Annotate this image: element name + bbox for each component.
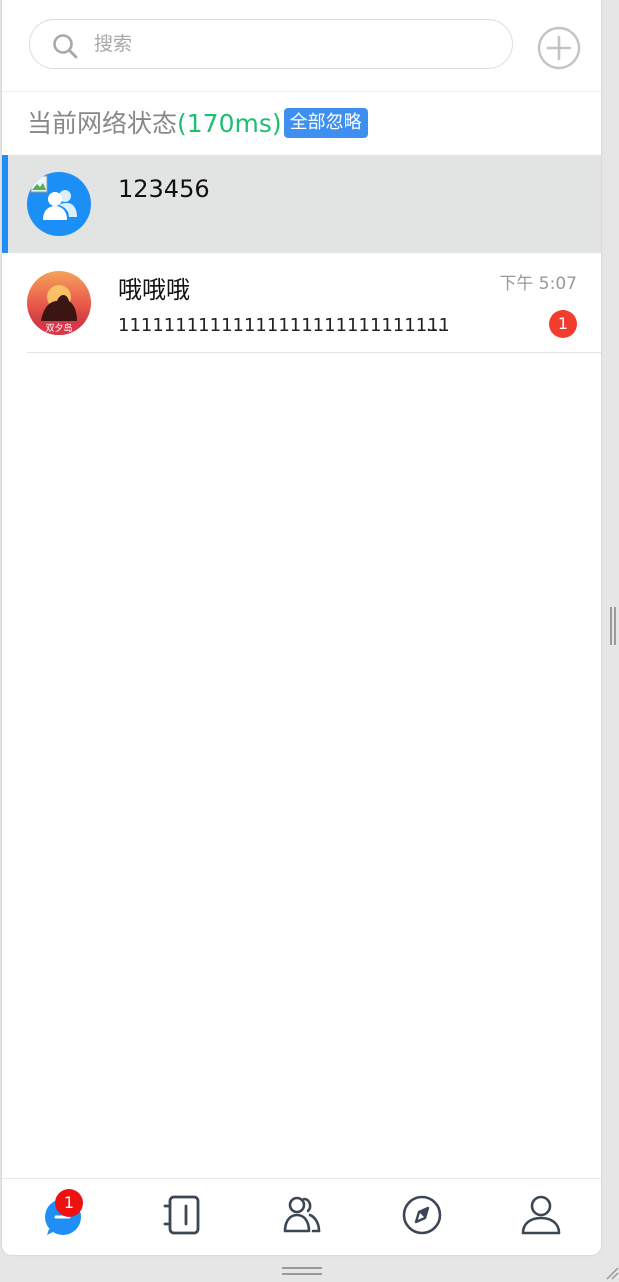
list-divider (27, 352, 601, 353)
network-latency: (170ms) (177, 109, 282, 138)
search-icon (53, 34, 78, 59)
search-bar-row: 搜索 (2, 0, 601, 92)
conversation-preview: 1111111111111111111111111111111111111111 (118, 315, 448, 336)
sunset-photo-avatar: 双夕岛 (27, 271, 91, 335)
conversation-item[interactable]: 123456 (2, 155, 601, 253)
splitter-handle[interactable] (610, 607, 616, 645)
messenger-app: 搜索 当前网络状态(170ms) 全部忽略 123456 双夕岛 哦哦哦 下午 … (2, 0, 601, 1255)
preview-ellipsis: ... (426, 315, 444, 336)
plus-circle-icon[interactable] (537, 26, 581, 70)
resize-handle[interactable] (282, 1267, 322, 1275)
search-placeholder: 搜索 (94, 33, 133, 55)
avatar-watermark-text: 双夕岛 (45, 322, 72, 334)
user-profile-icon[interactable] (519, 1193, 563, 1237)
conversation-name: 123456 (118, 175, 210, 203)
unread-badge: 1 (549, 310, 577, 338)
groups-icon[interactable] (280, 1193, 324, 1237)
active-indicator (2, 155, 8, 253)
network-status-label: 当前网络状态 (27, 109, 178, 138)
nav-unread-badge: 1 (55, 1189, 83, 1217)
conversation-time: 下午 5:07 (499, 274, 577, 294)
group-avatar-icon (27, 172, 91, 236)
resize-grip-icon[interactable] (605, 1266, 619, 1280)
network-status: 当前网络状态(170ms) 全部忽略 (27, 106, 368, 142)
conversation-item[interactable]: 双夕岛 哦哦哦 下午 5:07 111111111111111111111111… (2, 255, 601, 353)
bottom-nav: 1 (2, 1178, 601, 1255)
search-input[interactable]: 搜索 (29, 19, 513, 69)
ignore-all-button[interactable]: 全部忽略 (283, 108, 368, 138)
conversation-name: 哦哦哦 (118, 276, 190, 304)
contacts-book-icon[interactable] (161, 1193, 205, 1237)
compass-icon[interactable] (400, 1193, 444, 1237)
